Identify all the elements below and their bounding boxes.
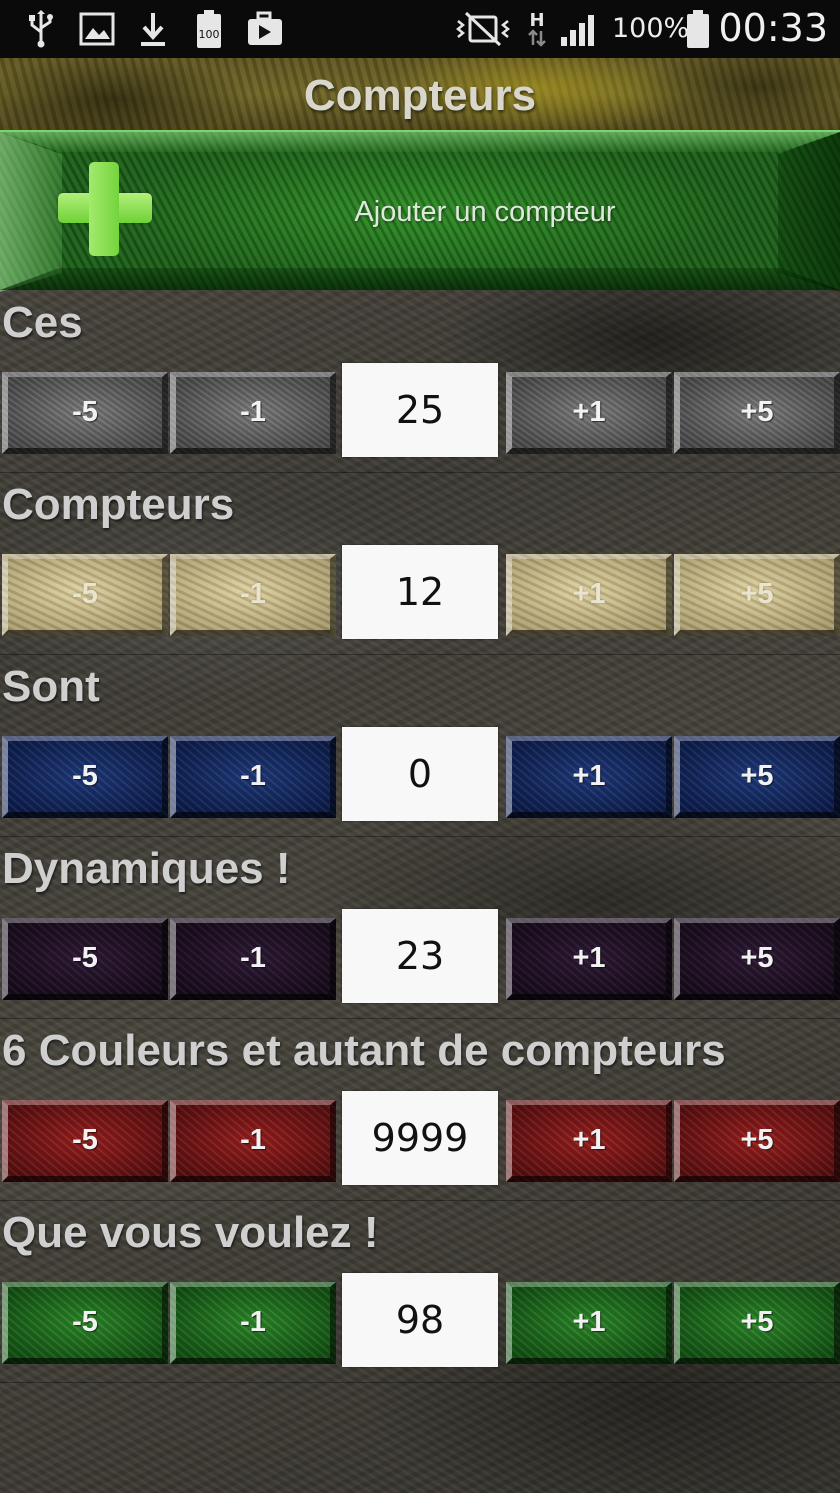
plus-5-button[interactable]: +5 <box>674 372 840 454</box>
battery-100-notification-icon: 100 <box>194 10 224 48</box>
minus-5-button[interactable]: -5 <box>2 1282 168 1364</box>
button-bevel <box>0 132 840 152</box>
briefcase-icon <box>244 10 284 48</box>
plus-1-button[interactable]: +1 <box>506 554 672 636</box>
plus-5-button[interactable]: +5 <box>674 1282 840 1364</box>
counter-value[interactable]: 98 <box>342 1273 498 1367</box>
counter-row: Compteurs -5 -1 12 +1 +5 <box>0 472 840 655</box>
plus-1-button[interactable]: +1 <box>506 1100 672 1182</box>
hspa-signal-icon: H <box>524 10 550 48</box>
svg-text:H: H <box>529 10 544 31</box>
minus-5-button[interactable]: -5 <box>2 736 168 818</box>
plus-1-button[interactable]: +1 <box>506 1282 672 1364</box>
plus-5-button[interactable]: +5 <box>674 554 840 636</box>
plus-5-button[interactable]: +5 <box>674 736 840 818</box>
minus-1-button[interactable]: -1 <box>170 554 336 636</box>
counter-row: 6 Couleurs et autant de compteurs -5 -1 … <box>0 1018 840 1201</box>
plus-1-button[interactable]: +1 <box>506 372 672 454</box>
plus-1-button[interactable]: +1 <box>506 736 672 818</box>
counter-row: Sont -5 -1 0 +1 +5 <box>0 654 840 837</box>
cell-signal-icon <box>558 10 602 48</box>
minus-5-button[interactable]: -5 <box>2 1100 168 1182</box>
add-counter-button[interactable]: Ajouter un compteur <box>0 130 840 292</box>
minus-5-button[interactable]: -5 <box>2 372 168 454</box>
minus-1-button[interactable]: -1 <box>170 1282 336 1364</box>
clock: 00:33 <box>718 6 828 50</box>
plus-1-button[interactable]: +1 <box>506 918 672 1000</box>
counter-row: Que vous voulez ! -5 -1 98 +1 +5 <box>0 1200 840 1383</box>
plus-5-button[interactable]: +5 <box>674 1100 840 1182</box>
battery-percent: 100% <box>612 13 690 44</box>
minus-1-button[interactable]: -1 <box>170 1100 336 1182</box>
counter-value[interactable]: 23 <box>342 909 498 1003</box>
counter-row: Dynamiques ! -5 -1 23 +1 +5 <box>0 836 840 1019</box>
divider <box>0 1382 840 1383</box>
image-icon <box>78 10 116 48</box>
button-bevel <box>0 268 840 290</box>
counter-row: Ces -5 -1 25 +1 +5 <box>0 290 840 473</box>
counter-title: Ces <box>2 298 83 347</box>
status-bar: 100 H 100% 00:33 <box>0 0 840 58</box>
download-icon <box>138 10 168 48</box>
counter-value[interactable]: 9999 <box>342 1091 498 1185</box>
counter-title: Dynamiques ! <box>2 844 291 893</box>
counter-value[interactable]: 25 <box>342 363 498 457</box>
svg-text:100: 100 <box>199 28 220 41</box>
minus-1-button[interactable]: -1 <box>170 372 336 454</box>
counter-value[interactable]: 0 <box>342 727 498 821</box>
button-bevel <box>0 132 62 292</box>
minus-1-button[interactable]: -1 <box>170 736 336 818</box>
battery-icon <box>684 10 712 48</box>
usb-icon <box>26 10 56 48</box>
counter-title: 6 Couleurs et autant de compteurs <box>2 1026 726 1075</box>
plus-5-button[interactable]: +5 <box>674 918 840 1000</box>
vibrate-off-icon <box>454 10 512 48</box>
minus-5-button[interactable]: -5 <box>2 918 168 1000</box>
counter-title: Compteurs <box>2 480 235 529</box>
counter-value[interactable]: 12 <box>342 545 498 639</box>
minus-5-button[interactable]: -5 <box>2 554 168 636</box>
counter-title: Que vous voulez ! <box>2 1208 379 1257</box>
minus-1-button[interactable]: -1 <box>170 918 336 1000</box>
app-title-bar: Compteurs <box>0 58 840 130</box>
add-counter-label: Ajouter un compteur <box>354 196 616 228</box>
counter-title: Sont <box>2 662 100 711</box>
page-title: Compteurs <box>303 71 537 120</box>
